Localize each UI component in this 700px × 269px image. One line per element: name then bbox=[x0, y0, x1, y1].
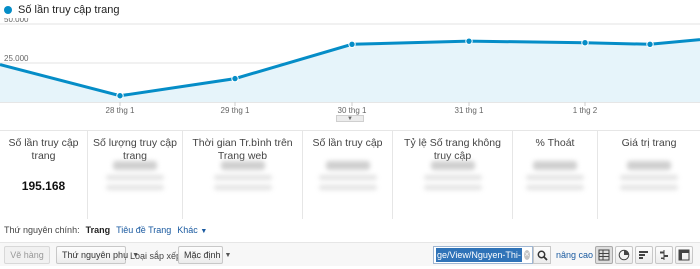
legend-label: Số lần truy cập trang bbox=[18, 4, 120, 16]
primary-dimension-label: Thứ nguyên chính: bbox=[4, 225, 80, 235]
line-chart: 50.000 25.000 28 thg 1 29 thg 1 30 thg 1 31 … bbox=[0, 18, 700, 115]
primary-dimension-row: Thứ nguyên chính: Trang Tiêu đề Trang Kh… bbox=[4, 225, 207, 235]
table-toolbar: Vẽ hàng Thứ nguyên phụ ▼ Loại sắp xếp: M… bbox=[0, 242, 700, 266]
advanced-filter-link[interactable]: nâng cao bbox=[556, 250, 593, 260]
comparison-icon bbox=[660, 250, 668, 260]
metrics-summary: Số lần truy cập trang 195.168 Số lượng tru… bbox=[0, 130, 700, 219]
x-tick-label: 29 thg 1 bbox=[221, 106, 250, 115]
view-pivot-button[interactable] bbox=[675, 246, 693, 264]
x-axis-labels: 28 thg 1 29 thg 1 30 thg 1 31 thg 1 1 thg 2 bbox=[106, 106, 598, 115]
metric-2[interactable]: Thời gian Tr.bình trên Trang web bbox=[183, 131, 303, 219]
pie-chart-icon bbox=[618, 249, 630, 261]
sort-type-value: Mặc định bbox=[184, 250, 221, 260]
data-point[interactable] bbox=[581, 39, 589, 47]
view-comparison-button[interactable] bbox=[655, 246, 673, 264]
data-point[interactable] bbox=[231, 74, 239, 83]
data-point[interactable] bbox=[465, 37, 473, 45]
bar-list-icon bbox=[639, 251, 648, 259]
x-tick-label: 31 thg 1 bbox=[455, 106, 484, 115]
metric-value: 195.168 bbox=[21, 179, 66, 193]
x-tick-label: 30 thg 1 bbox=[338, 106, 367, 115]
table-view-icon bbox=[598, 249, 610, 261]
search-icon bbox=[537, 250, 548, 261]
chart-legend[interactable]: Số lần truy cập trang bbox=[4, 2, 120, 18]
y-axis-labels: 50.000 25.000 bbox=[4, 18, 29, 63]
metric-label: Giá trị trang bbox=[621, 137, 677, 149]
pivot-icon bbox=[678, 249, 690, 261]
plot-rows-button[interactable]: Vẽ hàng bbox=[4, 246, 50, 264]
view-table-button[interactable] bbox=[595, 246, 613, 264]
chart-collapse-handle[interactable]: ▼ bbox=[336, 115, 364, 122]
redacted-value bbox=[598, 161, 700, 190]
view-pie-button[interactable] bbox=[615, 246, 633, 264]
dimension-page-title[interactable]: Tiêu đề Trang bbox=[116, 225, 171, 235]
metric-4[interactable]: Tỷ lệ Số trang không truy cập bbox=[393, 131, 513, 219]
redacted-value bbox=[513, 161, 597, 190]
metric-6[interactable]: Giá trị trang bbox=[598, 131, 700, 219]
search-button[interactable] bbox=[533, 246, 551, 264]
y-tick-label: 50.000 bbox=[4, 18, 29, 24]
chevron-down-icon: ▼ bbox=[200, 228, 208, 235]
dimension-other[interactable]: Khác ▼ bbox=[177, 225, 207, 235]
metric-label: Tỷ lệ Số trang không truy cập bbox=[404, 137, 501, 162]
dimension-page[interactable]: Trang bbox=[86, 225, 111, 235]
table-search: × bbox=[433, 246, 533, 264]
chevron-down-icon: ▼ bbox=[224, 251, 232, 259]
sort-type-dropdown[interactable]: Mặc định ▼ bbox=[178, 246, 231, 264]
view-performance-button[interactable] bbox=[635, 246, 653, 264]
metric-label: % Thoát bbox=[535, 137, 575, 149]
redacted-value bbox=[303, 161, 392, 190]
metric-0[interactable]: Số lần truy cập trang 195.168 bbox=[0, 131, 88, 219]
redacted-value bbox=[183, 161, 302, 190]
sort-type-label: Loại sắp xếp: bbox=[130, 251, 184, 261]
secondary-dimension-label: Thứ nguyên phụ bbox=[62, 250, 129, 260]
dimension-other-label: Khác bbox=[177, 225, 198, 235]
redacted-value bbox=[393, 161, 512, 190]
metric-label: Số lượng truy cập trang bbox=[93, 137, 177, 162]
search-input[interactable] bbox=[436, 248, 522, 262]
metric-label: Số lần truy cập bbox=[312, 137, 383, 149]
analytics-report: Số lần truy cập trang 50.000 25.000 28 th… bbox=[0, 0, 700, 269]
metric-label: Thời gian Tr.bình trên Trang web bbox=[192, 137, 293, 162]
metric-3[interactable]: Số lần truy cập bbox=[303, 131, 393, 219]
data-point[interactable] bbox=[646, 40, 654, 48]
metric-label: Số lần truy cập trang bbox=[8, 137, 79, 162]
metric-1[interactable]: Số lượng truy cập trang bbox=[88, 131, 183, 219]
metric-5[interactable]: % Thoát bbox=[513, 131, 598, 219]
x-tick-label: 1 thg 2 bbox=[573, 106, 598, 115]
data-point[interactable] bbox=[348, 40, 356, 48]
plot-rows-label: Vẽ hàng bbox=[10, 250, 44, 260]
redacted-value bbox=[88, 161, 182, 190]
clear-search-icon[interactable]: × bbox=[524, 250, 530, 260]
y-tick-label: 25.000 bbox=[4, 54, 29, 63]
x-tick-label: 28 thg 1 bbox=[106, 106, 135, 115]
data-point[interactable] bbox=[116, 92, 124, 100]
series-dot-icon bbox=[4, 6, 12, 14]
secondary-dimension-dropdown[interactable]: Thứ nguyên phụ ▼ bbox=[56, 246, 139, 264]
